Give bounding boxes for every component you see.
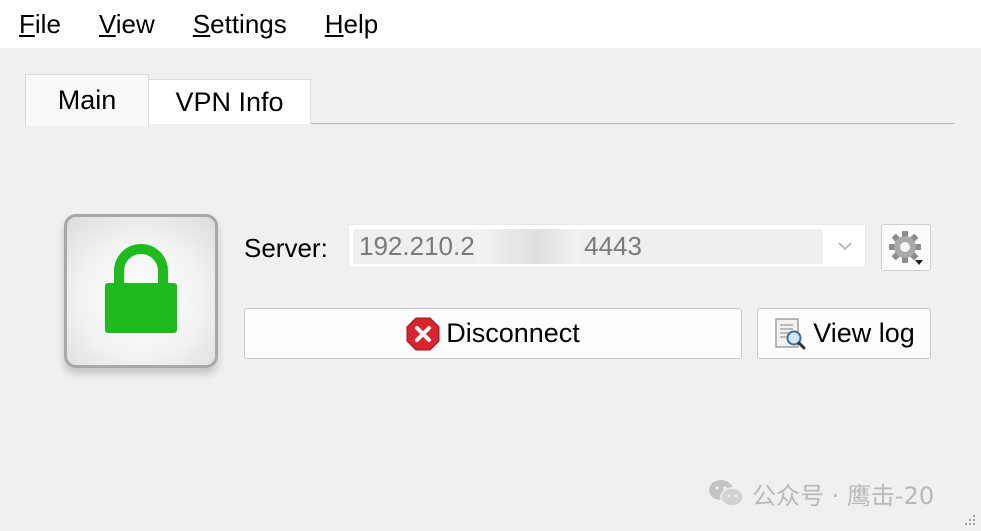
menu-help[interactable]: Help: [306, 0, 397, 48]
watermark: 公众号 · 鹰击-20: [708, 476, 934, 510]
resize-grip-icon[interactable]: [961, 511, 977, 527]
menu-file[interactable]: File: [0, 0, 80, 48]
server-select[interactable]: 192.210.2 4443: [348, 224, 866, 268]
menu-bar: File View Settings Help: [0, 0, 981, 48]
chevron-down-icon[interactable]: [833, 233, 857, 259]
log-magnifier-icon: [773, 317, 807, 351]
server-label: Server:: [244, 233, 328, 263]
menu-settings[interactable]: Settings: [174, 0, 306, 48]
server-settings-button[interactable]: [881, 224, 931, 271]
server-value-suffix: 4443: [584, 231, 642, 261]
tab-bar: Main VPN Info: [25, 74, 955, 126]
gear-icon: [889, 230, 923, 265]
view-log-button[interactable]: View log: [757, 308, 931, 359]
disconnect-icon: [406, 317, 440, 351]
connection-status-indicator: [64, 214, 218, 368]
tab-vpn-info[interactable]: VPN Info: [148, 79, 311, 124]
redacted-area: [475, 229, 579, 264]
wechat-icon: [708, 478, 744, 508]
disconnect-button[interactable]: Disconnect: [244, 308, 742, 359]
tab-main[interactable]: Main: [25, 74, 149, 126]
watermark-text: 公众号 · 鹰击-20: [752, 481, 935, 510]
view-log-label: View log: [813, 318, 915, 348]
lock-closed-icon: [105, 244, 177, 333]
disconnect-label: Disconnect: [446, 318, 580, 348]
server-value-prefix: 192.210.2: [359, 231, 475, 261]
menu-view[interactable]: View: [80, 0, 174, 48]
server-value: 192.210.2 4443: [353, 229, 823, 264]
